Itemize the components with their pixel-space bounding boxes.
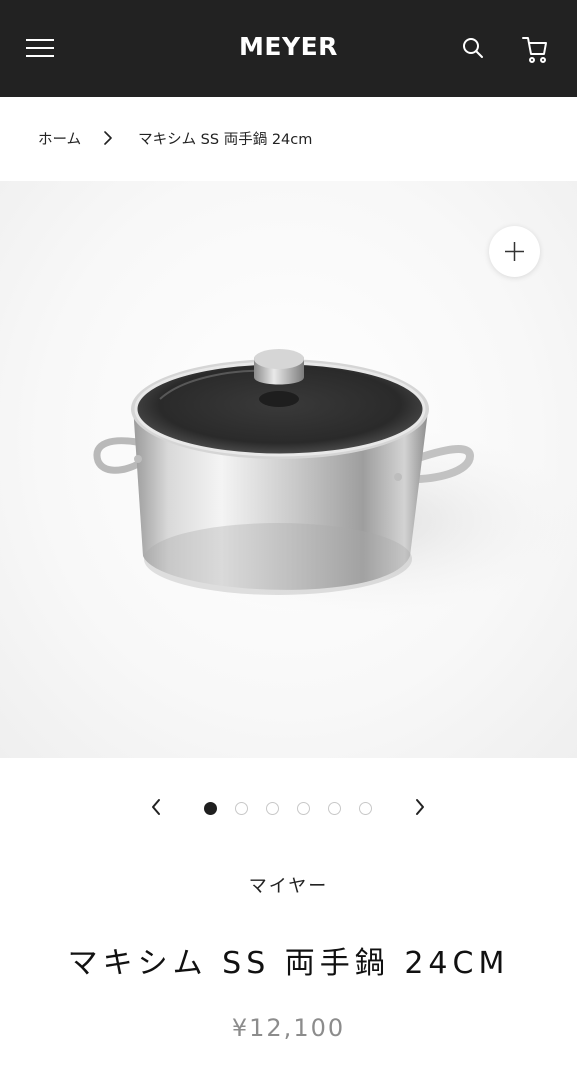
product-title: マキシム SS 両手鍋 24CM: [67, 946, 510, 981]
site-header: MEYER: [0, 0, 577, 97]
carousel-dot[interactable]: [266, 802, 279, 815]
breadcrumb: ホーム マキシム SS 両手鍋 24cm: [38, 128, 312, 148]
product-price: ¥12,100: [231, 1014, 346, 1042]
carousel-dot[interactable]: [359, 802, 372, 815]
carousel-navigation: [0, 790, 577, 826]
plus-icon: [505, 242, 524, 261]
search-icon[interactable]: [461, 36, 485, 60]
carousel-dot[interactable]: [235, 802, 248, 815]
breadcrumb-home-link[interactable]: ホーム: [38, 128, 81, 149]
product-image: [93, 349, 577, 616]
carousel-prev-button[interactable]: [146, 796, 166, 818]
carousel-dot[interactable]: [328, 802, 341, 815]
cart-icon[interactable]: [521, 34, 549, 64]
carousel-dot[interactable]: [297, 802, 310, 815]
carousel-next-button[interactable]: [410, 796, 430, 818]
carousel-dots: [204, 802, 390, 815]
carousel-dot[interactable]: [204, 802, 217, 815]
breadcrumb-current: マキシム SS 両手鍋 24cm: [138, 131, 313, 148]
chevron-left-icon: [152, 799, 160, 815]
product-image-gallery[interactable]: [0, 181, 577, 758]
chevron-right-icon: [104, 131, 112, 145]
product-brand[interactable]: マイヤー: [0, 872, 577, 898]
brand-logo[interactable]: MEYER: [0, 32, 577, 61]
zoom-button[interactable]: [489, 226, 540, 277]
chevron-right-icon: [416, 799, 424, 815]
